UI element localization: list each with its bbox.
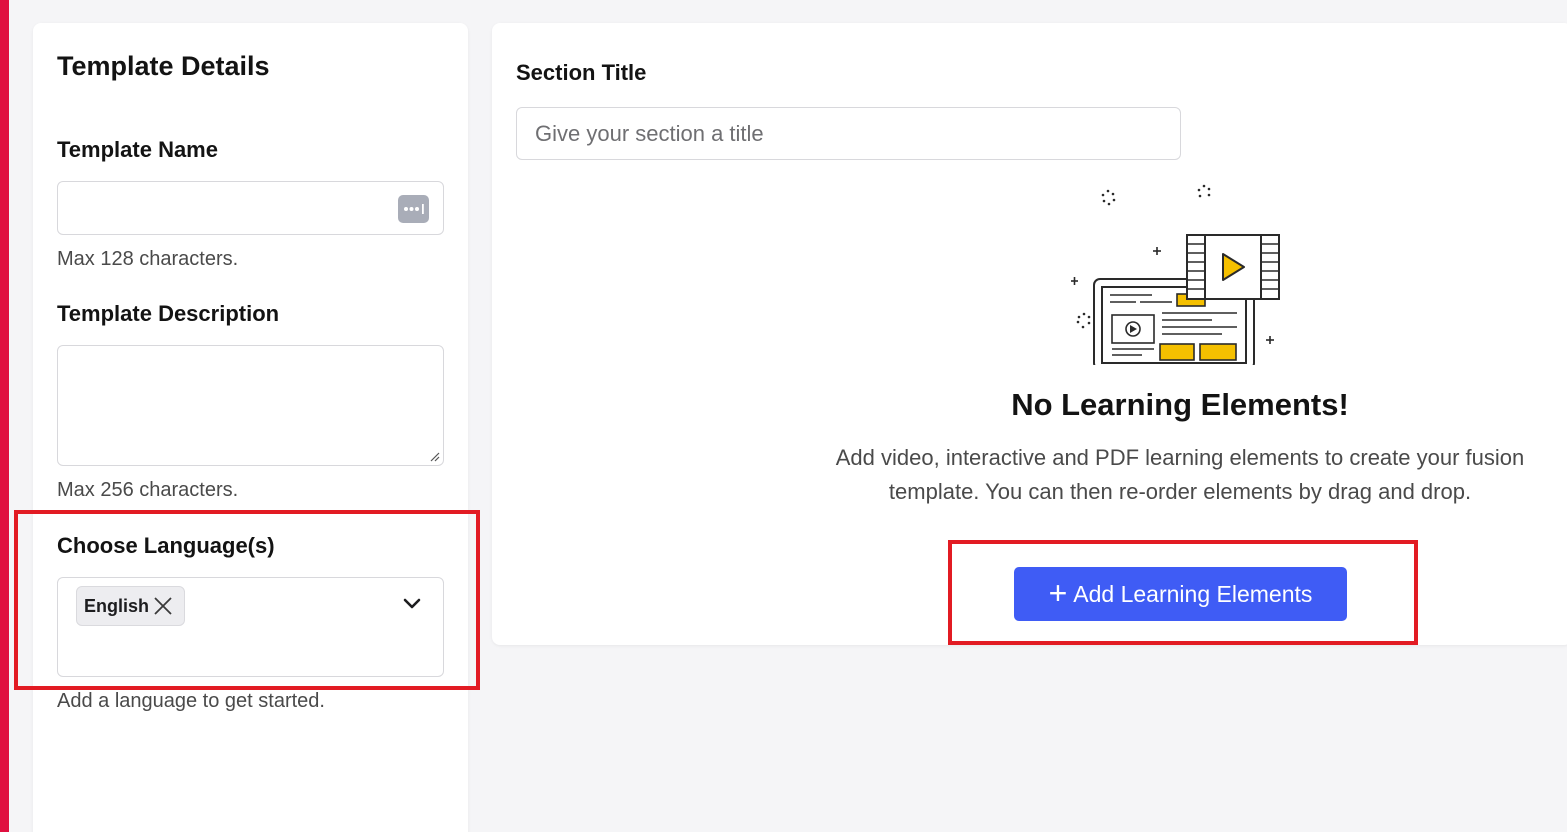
template-details-panel: Template Details Template Name Max 128 c… [33,23,468,832]
password-dots-icon[interactable] [398,195,429,223]
template-description-label: Template Description [57,301,280,326]
template-name-label: Template Name [57,137,218,162]
panel-title: Template Details [57,51,270,81]
section-title-label: Section Title [516,60,647,85]
template-name-hint: Max 128 characters. [57,248,239,270]
template-description-hint: Max 256 characters. [57,479,239,501]
template-description-input[interactable] [57,345,444,466]
empty-state-title: No Learning Elements! [1011,387,1349,422]
template-name-input[interactable] [57,181,444,235]
accent-strip [0,0,9,832]
language-hint: Add a language to get started. [57,690,325,712]
language-highlight-box [14,510,480,690]
laptop-video-illustration [1071,184,1280,365]
section-title-input[interactable] [516,107,1181,160]
add-button-highlight-box [948,540,1418,645]
resize-grip-icon[interactable] [430,452,440,462]
empty-state-description: Add video, interactive and PDF learning … [835,445,1525,504]
